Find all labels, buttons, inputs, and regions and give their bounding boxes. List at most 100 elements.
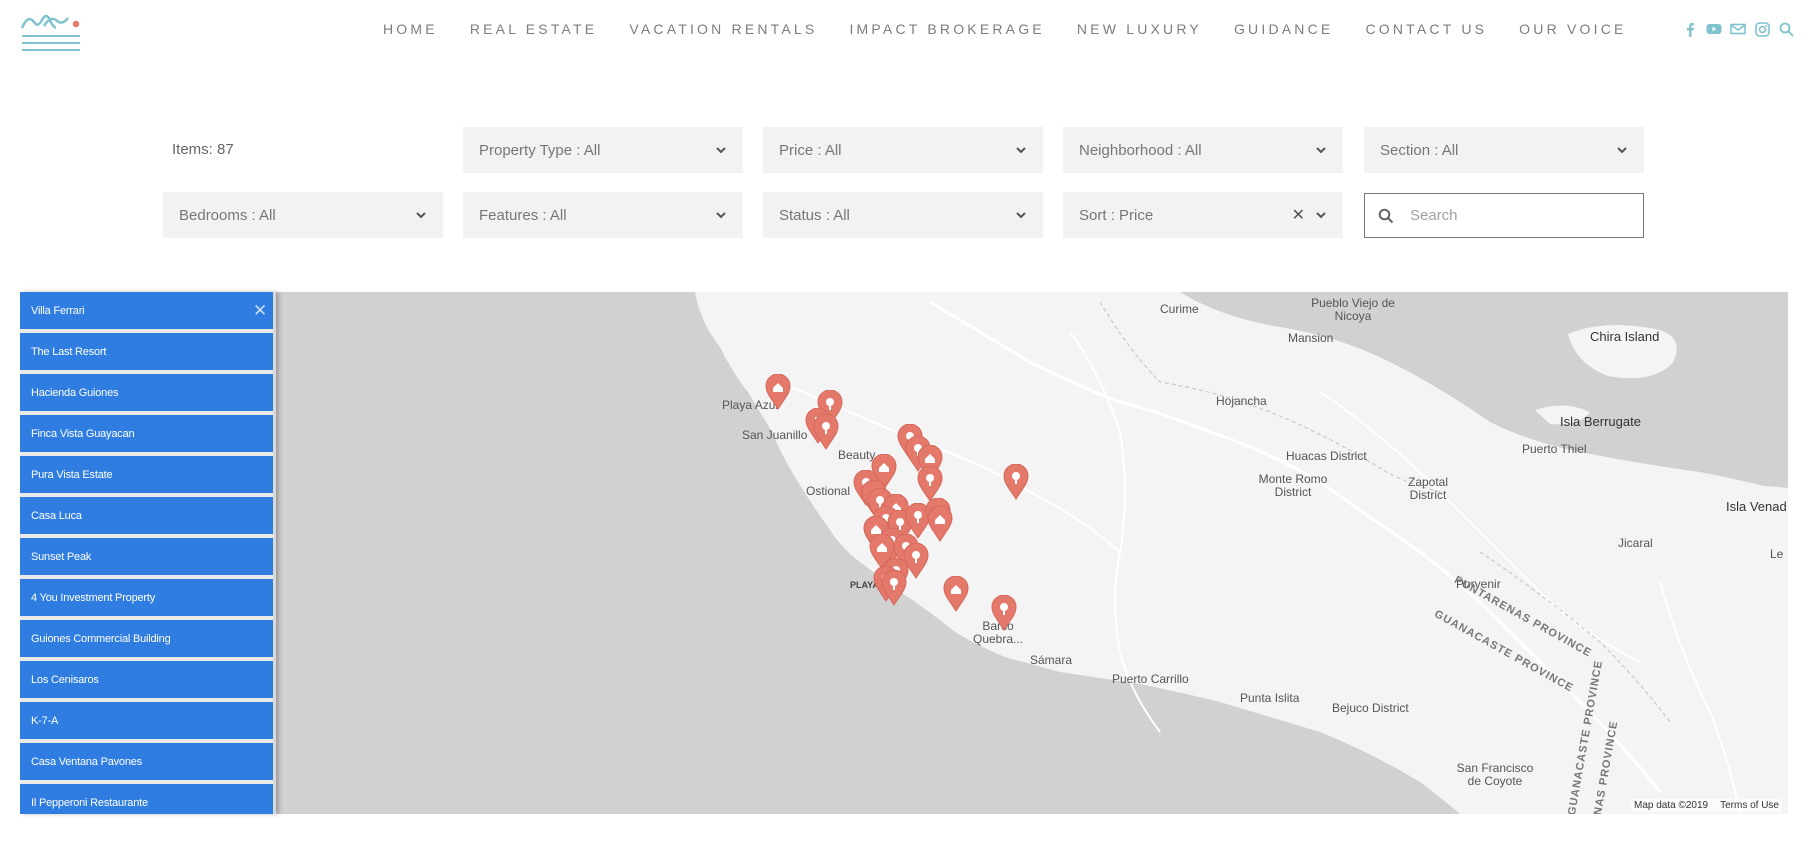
chevron-down-icon	[1316, 147, 1326, 154]
nav-contact-us[interactable]: CONTACT US	[1365, 21, 1487, 37]
property-item-label: Il Pepperoni Restaurante	[31, 796, 148, 809]
nav-real-estate[interactable]: REAL ESTATE	[470, 21, 598, 37]
nav-vacation-rentals[interactable]: VACATION RENTALS	[629, 21, 817, 37]
property-item-label: The Last Resort	[31, 345, 107, 358]
items-count: Items: 87	[172, 141, 234, 158]
map-label-isla-venado: Isla Venad	[1726, 499, 1787, 514]
property-item-label: Guiones Commercial Building	[31, 632, 171, 645]
section-select[interactable]: Section : All	[1364, 127, 1644, 173]
property-pin-icon[interactable]	[765, 374, 791, 410]
property-item[interactable]: Finca Vista Guayacan	[20, 415, 273, 452]
property-pin-icon[interactable]	[991, 595, 1017, 631]
property-item[interactable]: Casa Ventana Pavones	[20, 743, 273, 780]
nav-new-luxury[interactable]: NEW LUXURY	[1077, 21, 1202, 37]
map-label-monte-romo: Monte Romo District	[1258, 472, 1328, 499]
map-label-punta-islita: Punta Islita	[1240, 691, 1300, 705]
features-value: Features : All	[479, 206, 567, 224]
map-label-curime: Curime	[1160, 302, 1199, 316]
youtube-icon[interactable]	[1706, 21, 1722, 37]
chevron-down-icon	[1016, 147, 1026, 154]
map-label-hojancha: Hojancha	[1216, 394, 1267, 408]
neighborhood-select[interactable]: Neighborhood : All	[1063, 127, 1343, 173]
property-pin-icon[interactable]	[881, 570, 907, 606]
property-item-label: 4 You Investment Property	[31, 591, 156, 604]
nav-home[interactable]: HOME	[383, 21, 438, 37]
sort-value: Sort : Price	[1079, 206, 1154, 224]
search-icon[interactable]	[1778, 21, 1794, 37]
list-scrollbar[interactable]	[273, 292, 276, 814]
map-label-huacas: Huacas District	[1286, 449, 1367, 463]
search-icon	[1378, 208, 1394, 223]
property-type-select[interactable]: Property Type : All	[463, 127, 743, 173]
clear-sort-icon[interactable]: ✕	[1292, 205, 1305, 225]
map-data-text: Map data ©2019	[1634, 800, 1709, 811]
map-label-puerto-carrillo: Puerto Carrillo	[1112, 672, 1189, 686]
property-item[interactable]: Guiones Commercial Building	[20, 620, 273, 657]
price-value: Price : All	[779, 141, 842, 159]
map-label-beauty: Beauty	[838, 448, 876, 462]
search-field[interactable]	[1364, 193, 1644, 238]
site-header: HOME REAL ESTATE VACATION RENTALS IMPACT…	[0, 0, 1808, 62]
map-label-pueblo-viejo: Pueblo Viejo de Nicoya	[1311, 296, 1395, 323]
property-item[interactable]: Los Cenisaros	[20, 661, 273, 698]
map-label-jicaral: Jicaral	[1618, 536, 1653, 550]
map-label-mansion: Mansion	[1288, 331, 1334, 345]
chevron-down-icon	[716, 212, 726, 219]
main-nav: HOME REAL ESTATE VACATION RENTALS IMPACT…	[383, 21, 1659, 37]
map-label-bejuco: Bejuco District	[1332, 701, 1409, 715]
property-pin-icon[interactable]	[927, 506, 953, 542]
property-pin-icon[interactable]	[943, 576, 969, 612]
section-value: Section : All	[1380, 141, 1459, 159]
facebook-icon[interactable]	[1682, 21, 1698, 37]
bedrooms-select[interactable]: Bedrooms : All	[163, 192, 443, 238]
map-label-puerto-thiel: Puerto Thiel	[1522, 442, 1587, 456]
price-select[interactable]: Price : All	[763, 127, 1043, 173]
property-list[interactable]: Villa Ferrari ✕ The Last Resort Hacienda …	[20, 292, 276, 814]
status-value: Status : All	[779, 206, 850, 224]
property-item-label: Pura Vista Estate	[31, 468, 113, 481]
property-item[interactable]: Hacienda Guiones	[20, 374, 273, 411]
property-item[interactable]: The Last Resort	[20, 333, 273, 370]
property-item[interactable]: Casa Luca	[20, 497, 273, 534]
property-item[interactable]: Villa Ferrari ✕	[20, 292, 273, 329]
property-pin-icon[interactable]	[813, 414, 839, 450]
status-select[interactable]: Status : All	[763, 192, 1043, 238]
property-item[interactable]: Sunset Peak	[20, 538, 273, 575]
property-item-label: Finca Vista Guayacan	[31, 427, 135, 440]
chevron-down-icon	[1316, 212, 1326, 219]
property-item[interactable]: K-7-A	[20, 702, 273, 739]
nav-our-voice[interactable]: OUR VOICE	[1519, 21, 1626, 37]
property-item-label: K-7-A	[31, 714, 59, 727]
property-type-value: Property Type : All	[479, 141, 601, 159]
social-links	[1682, 21, 1794, 37]
map-label-samara: Sámara	[1030, 653, 1073, 667]
chevron-down-icon	[716, 147, 726, 154]
sort-select[interactable]: Sort : Price ✕	[1063, 192, 1343, 238]
property-item-label: Villa Ferrari	[31, 304, 85, 317]
mail-icon[interactable]	[1730, 21, 1746, 37]
close-icon[interactable]: ✕	[253, 302, 267, 319]
property-item[interactable]: 4 You Investment Property	[20, 579, 273, 616]
map-label-le: Le	[1770, 547, 1784, 561]
property-map[interactable]: Curime Pueblo Viejo de Nicoya Mansion Ch…	[20, 292, 1788, 814]
property-pin-icon[interactable]	[917, 466, 943, 502]
property-item-label: Hacienda Guiones	[31, 386, 119, 399]
bedrooms-value: Bedrooms : All	[179, 206, 276, 224]
site-logo[interactable]	[20, 8, 82, 54]
map-label-chira-island: Chira Island	[1590, 329, 1660, 344]
features-select[interactable]: Features : All	[463, 192, 743, 238]
instagram-icon[interactable]	[1754, 21, 1770, 37]
neighborhood-value: Neighborhood : All	[1079, 141, 1202, 159]
search-input[interactable]	[1408, 206, 1632, 225]
chevron-down-icon	[1016, 212, 1026, 219]
map-attribution: Map data ©2019 Terms of Use	[1631, 799, 1782, 812]
map-label-san-francisco: San Francisco de Coyote	[1456, 761, 1534, 788]
map-label-san-juanillo: San Juanillo	[742, 428, 808, 442]
nav-guidance[interactable]: GUIDANCE	[1234, 21, 1334, 37]
property-item-label: Casa Luca	[31, 509, 82, 522]
property-pin-icon[interactable]	[1003, 464, 1029, 500]
nav-impact-brokerage[interactable]: IMPACT BROKERAGE	[849, 21, 1044, 37]
property-item[interactable]: Il Pepperoni Restaurante	[20, 784, 273, 814]
terms-of-use-link[interactable]: Terms of Use	[1720, 800, 1779, 811]
property-item[interactable]: Pura Vista Estate	[20, 456, 273, 493]
